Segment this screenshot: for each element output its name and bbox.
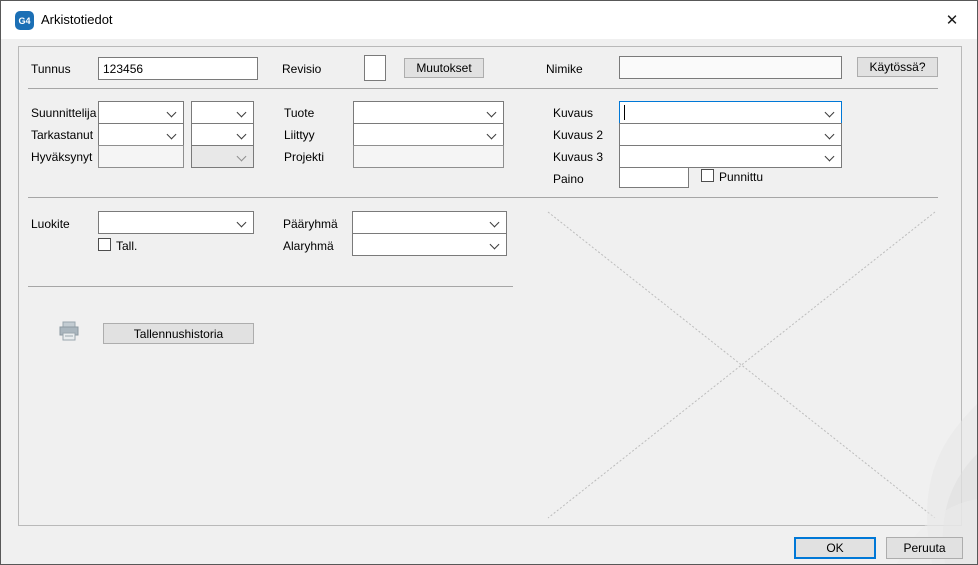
suunnittelija-label: Suunnittelija [31, 106, 96, 120]
paaryhma-combo[interactable] [352, 211, 507, 234]
punnittu-checkbox[interactable] [701, 169, 714, 182]
hyvaksynyt-label: Hyväksynyt [31, 150, 92, 164]
suunnittelija-date-combo[interactable] [191, 101, 254, 124]
chevron-down-icon [167, 108, 177, 118]
tuote-label: Tuote [284, 106, 314, 120]
chevron-down-icon [487, 130, 497, 140]
paino-label: Paino [553, 172, 584, 186]
punnittu-label: Punnittu [719, 170, 763, 184]
tall-checkbox[interactable] [98, 238, 111, 251]
paaryhma-label: Pääryhmä [283, 217, 338, 231]
chevron-down-icon [490, 218, 500, 228]
tallennushistoria-button[interactable]: Tallennushistoria [103, 323, 254, 344]
nimike-input[interactable] [619, 56, 842, 79]
nimike-label: Nimike [546, 62, 583, 76]
separator [28, 286, 513, 287]
paino-input[interactable] [619, 167, 689, 188]
kuvaus-label: Kuvaus [553, 106, 593, 120]
kuvaus2-label: Kuvaus 2 [553, 128, 603, 142]
title-bar: G4 Arkistotiedot ✕ [1, 1, 977, 39]
tuote-combo[interactable] [353, 101, 504, 124]
luokite-label: Luokite [31, 217, 70, 231]
muutokset-button[interactable]: Muutokset [404, 58, 484, 78]
image-placeholder [547, 211, 936, 519]
chevron-down-icon [487, 108, 497, 118]
projekti-label: Projekti [284, 150, 324, 164]
suunnittelija-combo[interactable] [98, 101, 184, 124]
revisio-label: Revisio [282, 62, 321, 76]
tall-label: Tall. [116, 239, 137, 253]
kuvaus3-combo[interactable] [619, 145, 842, 168]
projekti-input [353, 145, 504, 168]
chevron-down-icon [237, 108, 247, 118]
chevron-down-icon [237, 130, 247, 140]
chevron-down-icon [237, 152, 247, 162]
hyvaksynyt-date-combo [191, 145, 254, 168]
separator [28, 88, 938, 89]
tarkastanut-combo[interactable] [98, 123, 184, 146]
ok-button[interactable]: OK [794, 537, 876, 559]
alaryhma-combo[interactable] [352, 233, 507, 256]
tarkastanut-label: Tarkastanut [31, 128, 93, 142]
arkistotiedot-dialog: G4 Arkistotiedot ✕ Tunnus Revisio Muutok… [0, 0, 978, 565]
chevron-down-icon [490, 240, 500, 250]
chevron-down-icon [825, 108, 835, 118]
luokite-combo[interactable] [98, 211, 254, 234]
tarkastanut-date-combo[interactable] [191, 123, 254, 146]
chevron-down-icon [167, 130, 177, 140]
tunnus-input[interactable] [98, 57, 258, 80]
kaytossa-button[interactable]: Käytössä? [857, 57, 938, 77]
kuvaus-combo[interactable] [619, 101, 842, 124]
revisio-input[interactable] [364, 55, 386, 81]
peruuta-button[interactable]: Peruuta [886, 537, 963, 559]
tunnus-label: Tunnus [31, 62, 71, 76]
kuvaus2-combo[interactable] [619, 123, 842, 146]
liittyy-combo[interactable] [353, 123, 504, 146]
hyvaksynyt-input [98, 145, 184, 168]
close-icon[interactable]: ✕ [935, 7, 969, 33]
window-title: Arkistotiedot [41, 12, 113, 27]
printer-icon [58, 320, 80, 342]
chevron-down-icon [825, 152, 835, 162]
kuvaus3-label: Kuvaus 3 [553, 150, 603, 164]
liittyy-label: Liittyy [284, 128, 315, 142]
text-caret [624, 105, 625, 120]
chevron-down-icon [825, 130, 835, 140]
chevron-down-icon [237, 218, 247, 228]
separator [28, 197, 938, 198]
app-icon: G4 [15, 11, 34, 30]
alaryhma-label: Alaryhmä [283, 239, 334, 253]
